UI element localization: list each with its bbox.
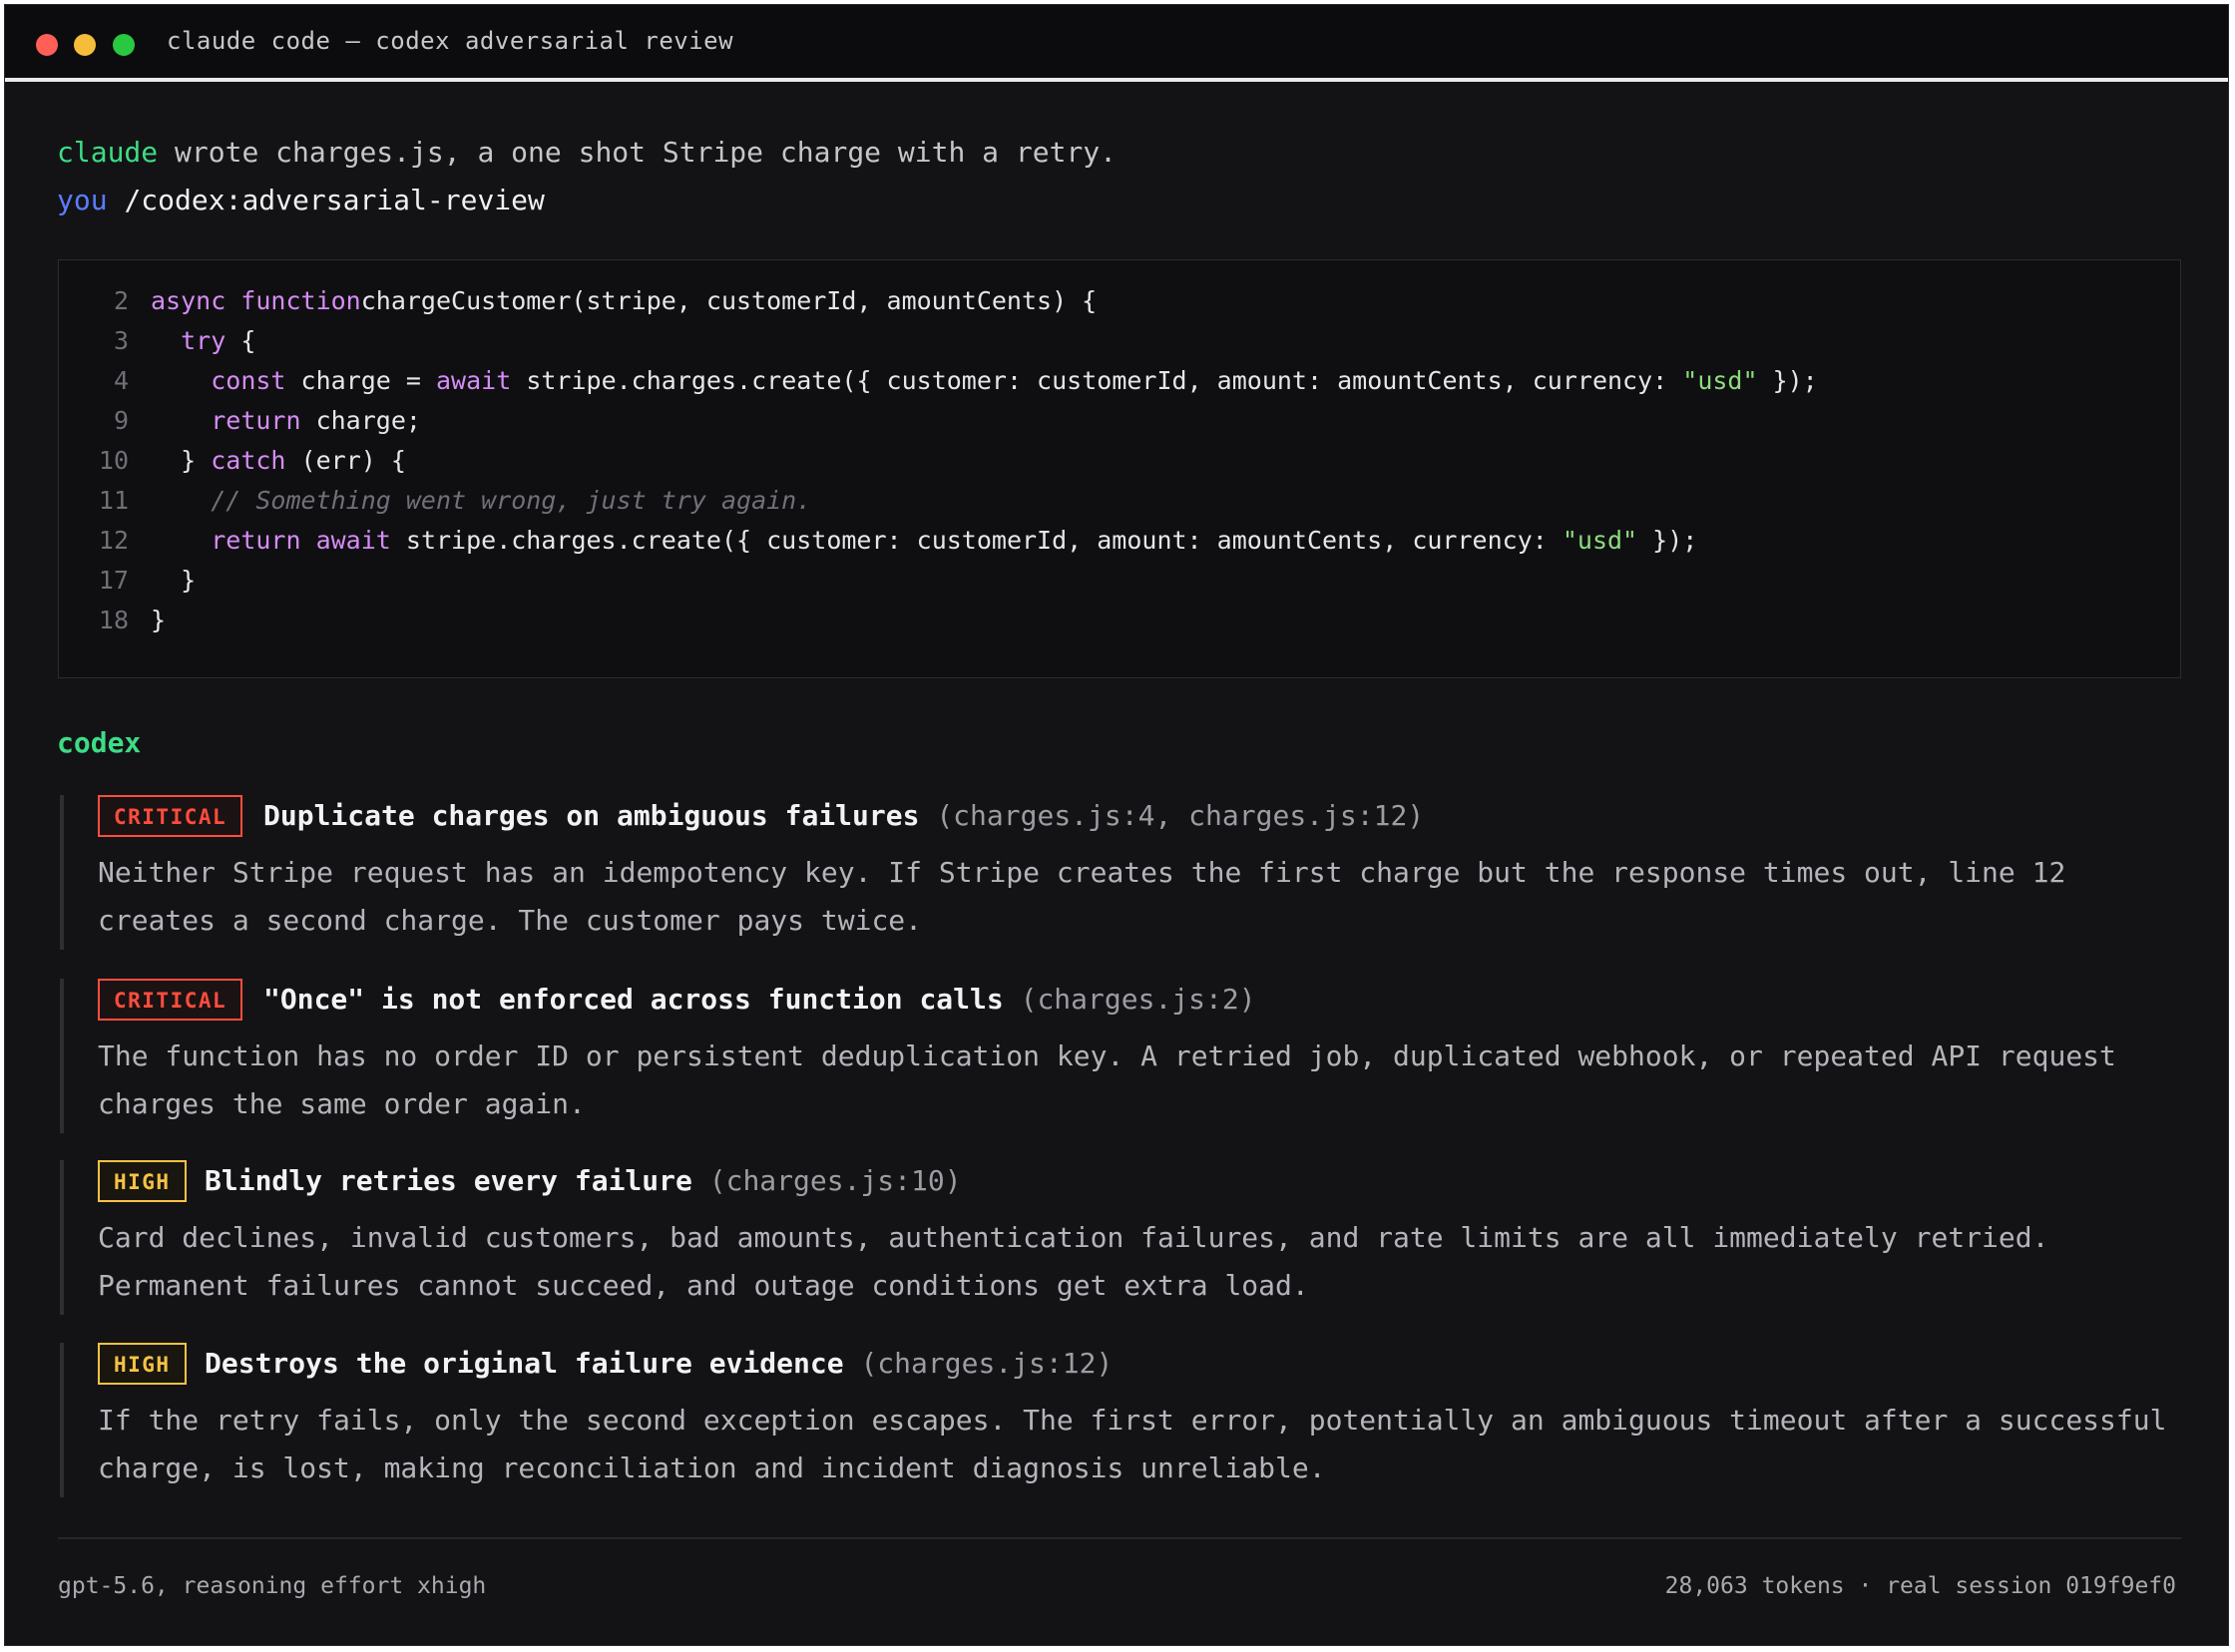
code-token: async function — [151, 286, 361, 315]
line-number: 18 — [98, 606, 129, 634]
code-source: } catch (err) { — [151, 446, 406, 475]
user-command-line: you /codex:adversarial-review — [57, 184, 545, 216]
code-line: 18} — [59, 606, 2180, 645]
finding-title-text: "Once" is not enforced across function c… — [263, 983, 1004, 1016]
code-source: } — [151, 566, 196, 595]
finding-ref: (charges.js:2) — [1020, 983, 1256, 1016]
code-source: } — [151, 606, 166, 634]
code-token: } — [151, 606, 167, 634]
code-token: { — [225, 326, 256, 355]
title-bar: claude code — codex adversarial review — [5, 5, 2228, 82]
finding-body: The function has no order ID or persiste… — [98, 1039, 2116, 1120]
finding-body: If the retry fails, only the second exce… — [98, 1404, 2167, 1484]
codex-label: codex — [57, 726, 142, 759]
claude-message-line: claude wrote charges.js, a one shot Stri… — [57, 136, 1117, 169]
code-line: 2 async functionchargeCustomer(stripe, cu… — [59, 286, 2180, 326]
session-info: 28,063 tokens · real session 019f9ef0 — [1664, 1573, 2176, 1599]
code-token: return — [211, 406, 301, 435]
code-line: 3 try { — [59, 326, 2180, 366]
code-source: try { — [151, 326, 255, 355]
code-source: const charge = await stripe.charges.crea… — [151, 366, 1818, 395]
line-number: 9 — [113, 406, 129, 435]
close-dot-icon[interactable] — [36, 34, 58, 56]
code-token: stripe.charges.create({ customer: custom… — [390, 526, 1563, 555]
line-number: 2 — [113, 286, 129, 315]
line-number: 10 — [98, 446, 129, 475]
finding-title: Destroys the original failure evidence (… — [205, 1343, 1113, 1385]
claude-label: claude — [57, 136, 176, 169]
code-source: async functionchargeCustomer(stripe, cus… — [151, 286, 1097, 315]
finding-body: Card declines, invalid customers, bad am… — [98, 1221, 2049, 1302]
finding-title: Duplicate charges on ambiguous failures … — [263, 795, 1424, 837]
code-token: (err) { — [285, 446, 406, 475]
finding-3: HIGH Blindly retries every failure (char… — [60, 1160, 2185, 1315]
zoom-dot-icon[interactable] — [113, 34, 135, 56]
line-number: 4 — [113, 366, 129, 395]
code-source: // Something went wrong, just try again. — [151, 486, 811, 515]
code-source: return await stripe.charges.create({ cus… — [151, 526, 1697, 555]
code-token: charge = — [285, 366, 436, 395]
code-token: chargeCustomer(stripe, customerId, amoun… — [360, 286, 1098, 315]
severity-badge: HIGH — [98, 1160, 187, 1202]
finding-ref: (charges.js:10) — [708, 1164, 962, 1197]
code-line: 12 return await stripe.charges.create({ … — [59, 526, 2180, 566]
terminal-window: claude code — codex adversarial review c… — [4, 4, 2229, 1646]
line-number: 11 — [98, 486, 129, 515]
finding-title-text: Duplicate charges on ambiguous failures — [263, 799, 920, 832]
code-token: // Something went wrong, just try again. — [211, 486, 812, 515]
finding-2: CRITICAL "Once" is not enforced across f… — [60, 979, 2185, 1133]
severity-badge: CRITICAL — [98, 979, 243, 1021]
line-number: 3 — [113, 326, 129, 355]
code-token: } — [151, 566, 197, 595]
code-token: }); — [1757, 366, 1818, 395]
line-number: 12 — [98, 526, 129, 555]
finding-4: HIGH Destroys the original failure evide… — [60, 1343, 2185, 1497]
finding-title: Blindly retries every failure (charges.j… — [205, 1160, 962, 1202]
minimize-dot-icon[interactable] — [74, 34, 96, 56]
claude-message: wrote charges.js, a one shot Stripe char… — [175, 136, 1118, 169]
code-token: charge; — [300, 406, 421, 435]
code-line: 4 const charge = await stripe.charges.cr… — [59, 366, 2180, 406]
code-line: 10 } catch (err) { — [59, 446, 2180, 486]
code-block: 2 async functionchargeCustomer(stripe, cu… — [58, 259, 2181, 678]
footer-divider — [58, 1537, 2181, 1539]
code-line: 17 } — [59, 566, 2180, 606]
finding-title-text: Blindly retries every failure — [205, 1164, 692, 1197]
code-token: }); — [1637, 526, 1698, 555]
user-command: /codex:adversarial-review — [124, 184, 545, 216]
code-line: 9 return charge; — [59, 406, 2180, 446]
severity-badge: HIGH — [98, 1343, 187, 1385]
code-token: "usd" — [1562, 526, 1638, 555]
window-title: claude code — codex adversarial review — [167, 27, 734, 55]
code-token: catch — [211, 446, 286, 475]
code-token: } — [151, 446, 212, 475]
code-token: const — [211, 366, 286, 395]
line-number: 17 — [98, 566, 129, 595]
finding-1: CRITICAL Duplicate charges on ambiguous … — [60, 795, 2185, 950]
finding-body: Neither Stripe request has an idempotenc… — [98, 856, 2066, 937]
finding-title-text: Destroys the original failure evidence — [205, 1347, 844, 1380]
you-label: you — [57, 184, 125, 216]
code-line: 11 // Something went wrong, just try aga… — [59, 486, 2180, 526]
finding-ref: (charges.js:12) — [860, 1347, 1114, 1380]
severity-badge: CRITICAL — [98, 795, 243, 837]
code-token: stripe.charges.create({ customer: custom… — [511, 366, 1683, 395]
finding-title: "Once" is not enforced across function c… — [263, 979, 1256, 1021]
code-token: await — [436, 366, 512, 395]
code-source: return charge; — [151, 406, 421, 435]
code-token: try — [181, 326, 226, 355]
code-token: return await — [211, 526, 391, 555]
code-token: "usd" — [1682, 366, 1758, 395]
finding-ref: (charges.js:4, charges.js:12) — [936, 799, 1425, 832]
model-info: gpt-5.6, reasoning effort xhigh — [58, 1573, 487, 1599]
